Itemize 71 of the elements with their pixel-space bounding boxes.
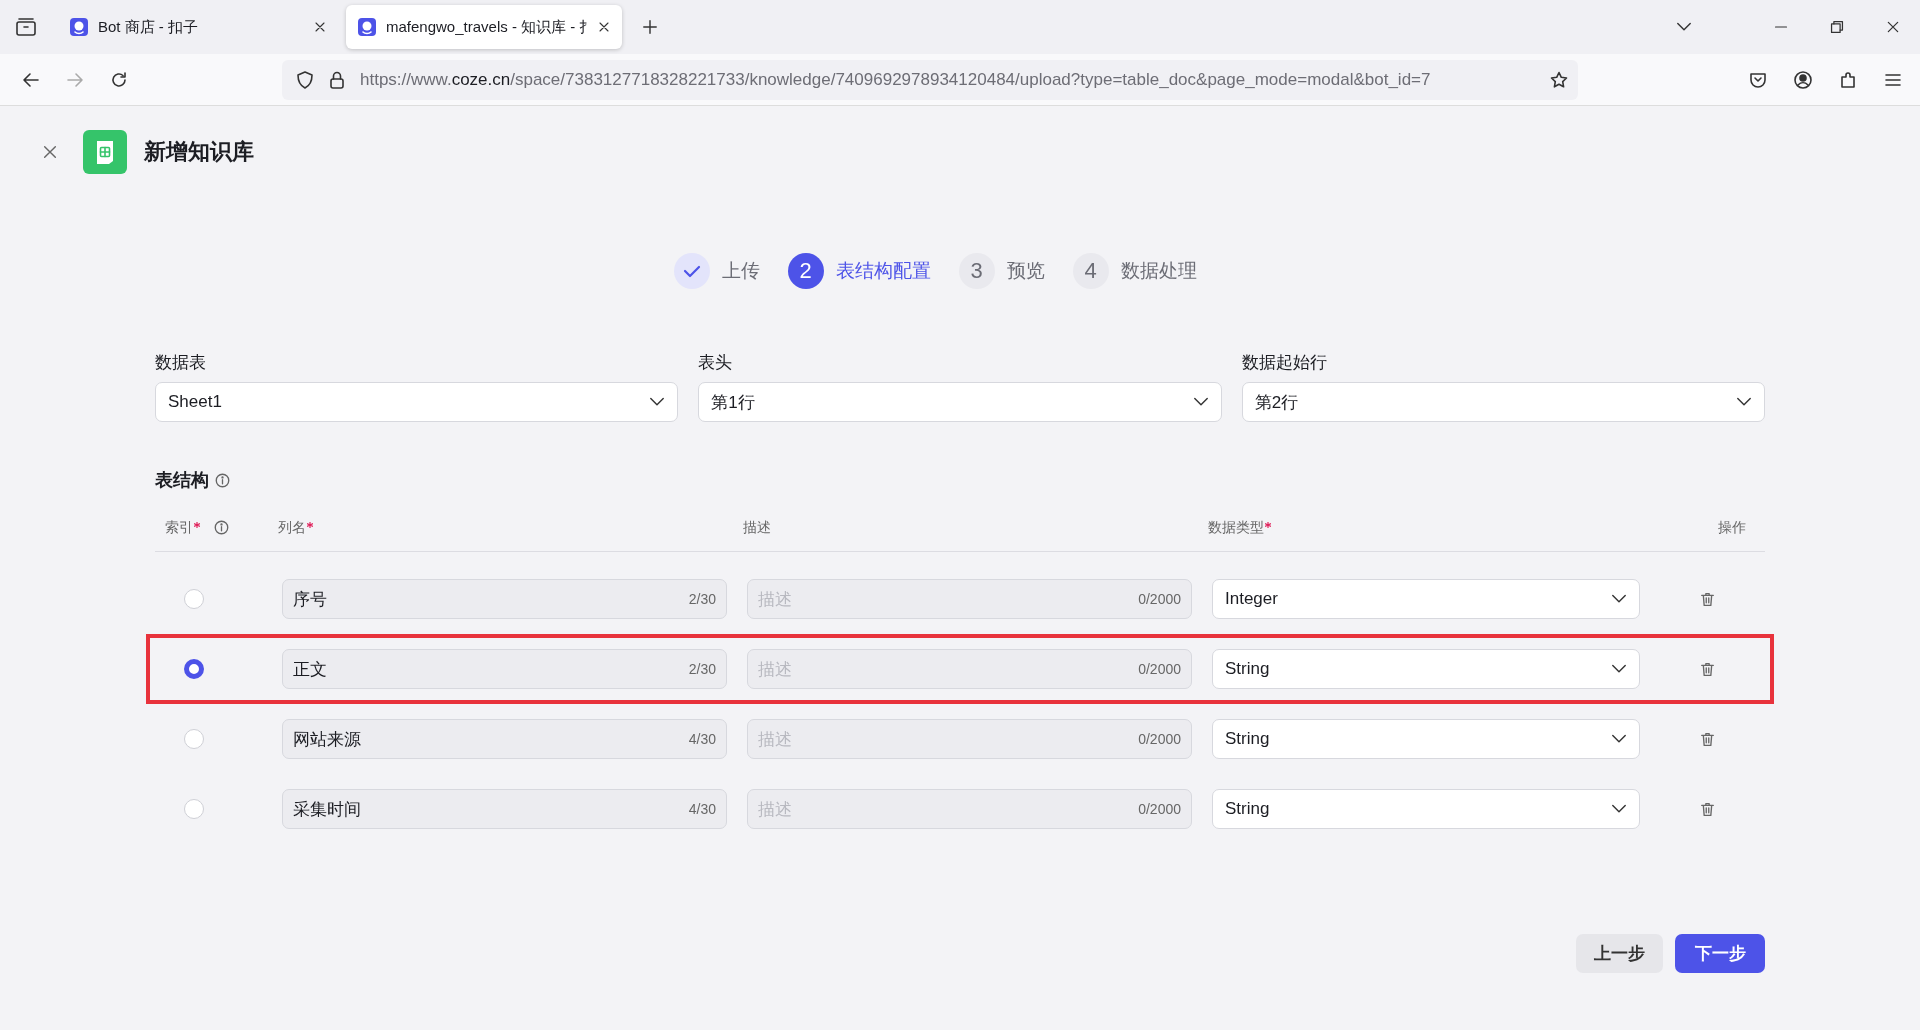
- trash-icon[interactable]: [1700, 801, 1715, 817]
- step-number: 3: [958, 253, 995, 289]
- url-text: https://www.coze.cn/space/7383127718328221733/knowledge/7409692978934120484/upload?type=table_doc&page_mode=modal&bot_id=7: [360, 69, 1432, 90]
- column-name-field[interactable]: 网站来源 4/30: [282, 719, 727, 759]
- new-tab-icon[interactable]: [642, 19, 658, 35]
- favicon-icon: [70, 18, 88, 36]
- required-mark-icon: [194, 521, 200, 528]
- page-title: 新增知识库: [144, 138, 254, 166]
- field-label: 数据起始行: [1241, 352, 1328, 374]
- column-header: 描述: [743, 518, 771, 537]
- data-type-select[interactable]: String: [1212, 649, 1640, 689]
- browser-tab[interactable]: mafengwo_travels - 知识库 - 扌: [346, 5, 622, 49]
- column-name-field[interactable]: 正文 2/30: [282, 649, 727, 689]
- account-icon[interactable]: [1794, 70, 1812, 89]
- step-label[interactable]: 数据处理: [1120, 258, 1197, 284]
- close-icon[interactable]: [598, 21, 610, 33]
- column-header: 数据类型: [1208, 518, 1271, 537]
- close-icon[interactable]: [1886, 20, 1900, 34]
- field-label: 数据表: [155, 352, 207, 374]
- required-mark-icon: [1265, 521, 1271, 528]
- tab-overview-icon[interactable]: [16, 18, 36, 36]
- step-number: 4: [1072, 253, 1109, 289]
- step-label[interactable]: 预览: [1006, 258, 1045, 284]
- select-field[interactable]: Sheet1: [155, 382, 679, 422]
- index-radio[interactable]: [184, 659, 204, 679]
- spreadsheet-logo-icon: [83, 130, 127, 174]
- reload-icon[interactable]: [110, 70, 128, 89]
- char-count: 0/2000: [1138, 661, 1181, 677]
- select-field[interactable]: 第1行: [698, 382, 1222, 422]
- trash-icon[interactable]: [1700, 661, 1715, 677]
- puzzle-icon[interactable]: [1839, 70, 1857, 89]
- back-icon[interactable]: [22, 70, 40, 89]
- step-label[interactable]: 表结构配置: [835, 258, 931, 284]
- close-icon[interactable]: [314, 21, 326, 33]
- required-mark-icon: [307, 521, 313, 528]
- column-name-field[interactable]: 序号 2/30: [282, 579, 727, 619]
- trash-icon[interactable]: [1700, 731, 1715, 747]
- star-icon[interactable]: [1550, 70, 1568, 89]
- char-count: 0/2000: [1138, 591, 1181, 607]
- data-type-select[interactable]: String: [1212, 789, 1640, 829]
- trash-icon[interactable]: [1700, 591, 1715, 607]
- browser-tab[interactable]: Bot 商店 - 扣子: [58, 5, 338, 49]
- select-field[interactable]: 第2行: [1241, 382, 1765, 422]
- tab-title: mafengwo_travels - 知识库 - 扌: [386, 17, 588, 37]
- tab-title: Bot 商店 - 扣子: [98, 17, 199, 37]
- char-count: 4/30: [688, 731, 716, 747]
- info-icon: [215, 472, 230, 488]
- restore-icon[interactable]: [1830, 20, 1844, 34]
- address-bar[interactable]: https://www.coze.cn/space/7383127718328221733/knowledge/7409692978934120484/upload?type=table_doc&page_mode=modal&bot_id=7: [282, 59, 1578, 100]
- char-count: 4/30: [688, 801, 716, 817]
- data-type-select[interactable]: String: [1212, 719, 1640, 759]
- step-label[interactable]: 上传: [721, 258, 760, 284]
- shield-icon: [296, 70, 314, 89]
- section-title: 表结构: [155, 469, 209, 492]
- next-button[interactable]: 下一步: [1675, 934, 1765, 973]
- column-header: 列名: [278, 518, 313, 537]
- forward-icon: [66, 70, 84, 89]
- column-header: 操作: [1718, 518, 1746, 537]
- char-count: 2/30: [688, 661, 716, 677]
- pocket-icon[interactable]: [1749, 70, 1767, 89]
- lock-icon: [328, 70, 346, 89]
- char-count: 0/2000: [1138, 801, 1181, 817]
- column-name-field[interactable]: 采集时间 4/30: [282, 789, 727, 829]
- field-label: 表头: [698, 352, 734, 374]
- previous-button[interactable]: 上一步: [1576, 934, 1663, 973]
- column-header: 索引: [165, 518, 200, 537]
- data-type-select[interactable]: Integer: [1212, 579, 1640, 619]
- favicon-icon: [358, 18, 376, 36]
- char-count: 0/2000: [1138, 731, 1181, 747]
- char-count: 2/30: [688, 591, 716, 607]
- step-number: 2: [787, 253, 824, 289]
